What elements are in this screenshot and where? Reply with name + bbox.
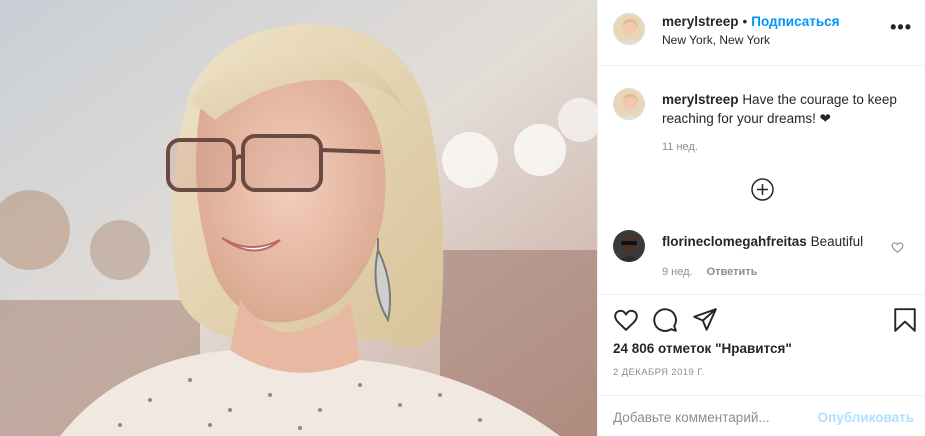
comment-time[interactable]: 9 нед. [662,266,693,278]
reply-button[interactable]: Ответить [707,266,758,278]
caption-username[interactable]: merylstreep [662,92,739,107]
caption: merylstreep Have the courage to keep rea… [662,90,912,128]
add-comment-bar: Добавьте комментарий... Опубликовать [598,395,925,436]
commenter-avatar[interactable] [613,230,645,262]
header-line: merylstreep • Подписаться [662,14,840,29]
comment-text: Beautiful [810,234,864,249]
action-bar: 24 806 отметок "Нравится" 2 ДЕКАБРЯ 2019… [598,294,925,436]
load-more-comments-icon[interactable] [751,178,774,201]
separator-dot: • [742,14,748,29]
username-link[interactable]: merylstreep [662,14,739,29]
comment: florineclomegahfreitas Beautiful [662,234,887,249]
comment-icon[interactable] [652,307,678,333]
comment-like-icon[interactable] [891,241,904,254]
likes-count[interactable]: 24 806 отметок "Нравится" [613,341,792,356]
publish-button[interactable]: Опубликовать [818,410,914,425]
avatar[interactable] [613,13,645,45]
share-icon[interactable] [692,307,718,333]
location-link[interactable]: New York, New York [662,33,770,47]
more-options-icon[interactable]: ••• [890,18,912,36]
caption-avatar[interactable] [613,88,645,120]
post-header: merylstreep • Подписаться New York, New Yo… [598,0,925,66]
instagram-post: merylstreep • Подписаться New York, New Yo… [0,0,925,436]
post-photo[interactable] [0,0,597,436]
comment-username[interactable]: florineclomegahfreitas [662,234,807,249]
comment-input[interactable]: Добавьте комментарий... [613,410,770,425]
follow-button[interactable]: Подписаться [751,14,839,29]
post-sidebar: merylstreep • Подписаться New York, New Yo… [597,0,925,436]
heart-icon[interactable] [613,307,639,333]
photo-image [0,0,597,436]
bookmark-icon[interactable] [892,307,918,333]
caption-time[interactable]: 11 нед. [662,141,698,153]
post-date[interactable]: 2 ДЕКАБРЯ 2019 Г. [613,367,705,378]
comment-meta: 9 нед. Ответить [662,266,771,278]
